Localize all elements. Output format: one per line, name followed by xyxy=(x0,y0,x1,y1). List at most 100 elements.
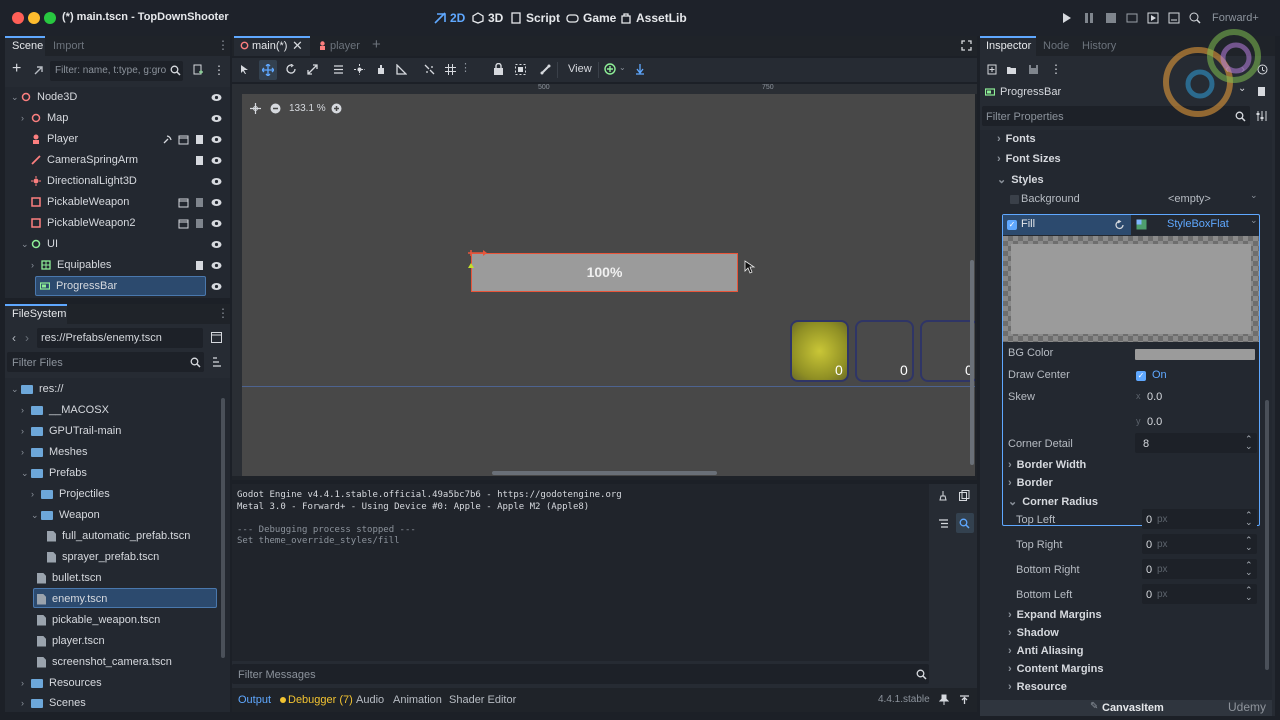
tree-row-directionallight3d[interactable]: DirectionalLight3D xyxy=(5,171,227,191)
anchor-preset-icon[interactable] xyxy=(604,63,616,75)
tab-shader-editor[interactable]: Shader Editor xyxy=(449,694,516,706)
file-row[interactable]: ⌄ res:// xyxy=(11,379,63,399)
mode-2d-button[interactable]: 2D xyxy=(434,8,465,28)
tree-row-player[interactable]: Player xyxy=(5,129,227,149)
tree-row-map[interactable]: › Map xyxy=(5,108,227,128)
spinner-arrows-icon[interactable]: ⌃ ⌄ xyxy=(1245,435,1253,451)
scale-tool-icon[interactable] xyxy=(307,64,318,75)
play-icon[interactable] xyxy=(1062,12,1072,24)
zoom-in-icon[interactable] xyxy=(331,103,342,114)
link-icon[interactable] xyxy=(33,65,44,76)
script-icon[interactable] xyxy=(194,197,205,208)
fill-checkbox[interactable]: ✓ xyxy=(1007,220,1017,230)
mode-assetlib-button[interactable]: AssetLib xyxy=(620,8,687,28)
file-row[interactable]: bullet.tscn xyxy=(37,568,102,588)
inspector-menu-icon[interactable]: ⋮ xyxy=(1050,62,1062,76)
tree-row-ui[interactable]: ⌄ UI xyxy=(5,234,227,254)
section-styles[interactable]: ⌄ Styles xyxy=(997,173,1044,186)
scrollbar[interactable] xyxy=(221,398,225,658)
filter-messages-input[interactable] xyxy=(232,664,929,684)
save-icon[interactable] xyxy=(1028,64,1039,75)
tree-row-node3d[interactable]: ⌄ Node3D xyxy=(5,87,227,107)
skew-y-value[interactable]: 0.0 xyxy=(1147,416,1162,428)
expand-panel-icon[interactable] xyxy=(959,694,970,705)
back-arrow-icon[interactable]: ‹ xyxy=(12,331,16,345)
tab-audio[interactable]: Audio xyxy=(356,694,384,706)
spinner-arrows-icon[interactable]: ⌃ ⌄ xyxy=(1245,561,1253,577)
split-mode-icon[interactable] xyxy=(211,332,222,343)
tree-row-pickableweapon2[interactable]: PickableWeapon2 xyxy=(5,213,227,233)
tree-row-pickableweapon[interactable]: PickableWeapon xyxy=(5,192,227,212)
bg-color-swatch[interactable] xyxy=(1135,349,1255,360)
close-tab-icon[interactable]: ✕ xyxy=(292,38,303,54)
group-icon[interactable] xyxy=(515,64,526,75)
file-row[interactable]: player.tscn xyxy=(37,631,105,651)
revert-icon[interactable] xyxy=(1115,220,1125,230)
visibility-eye-icon[interactable] xyxy=(211,92,222,103)
select-tool-icon[interactable] xyxy=(239,64,250,75)
bone-icon[interactable] xyxy=(540,64,551,75)
section-border-width[interactable]: › Border Width xyxy=(1008,459,1086,471)
skew-x-value[interactable]: 0.0 xyxy=(1147,391,1162,403)
close-window-button[interactable] xyxy=(12,12,24,24)
dock-menu-icon[interactable]: ⋮ xyxy=(217,306,229,320)
background-checkbox[interactable] xyxy=(1010,195,1019,204)
mode-3d-button[interactable]: 3D xyxy=(472,8,503,28)
file-row[interactable]: › Scenes xyxy=(21,694,86,712)
tree-row-cameraspringarm[interactable]: CameraSpringArm xyxy=(5,150,227,170)
dock-menu-icon[interactable]: ⋮ xyxy=(217,38,229,52)
canvas-viewport[interactable]: 133.1 % 100% 0 0 0 xyxy=(242,94,975,476)
maximize-window-button[interactable] xyxy=(44,12,56,24)
visibility-eye-icon[interactable] xyxy=(211,197,222,208)
tab-import[interactable]: Import xyxy=(53,40,84,52)
clear-output-icon[interactable] xyxy=(938,490,948,501)
tree-row-equipables[interactable]: › Equipables xyxy=(5,255,227,275)
scene-menu-icon[interactable]: ⋮ xyxy=(213,63,225,77)
instance-icon[interactable] xyxy=(178,197,189,208)
move-tool-icon[interactable] xyxy=(262,64,274,76)
file-row[interactable]: full_automatic_prefab.tscn xyxy=(47,526,190,546)
snap-options-icon[interactable]: ⋮ xyxy=(460,61,471,74)
visibility-eye-icon[interactable] xyxy=(211,155,222,166)
tree-row-progressbar-selected[interactable]: ProgressBar xyxy=(35,276,206,296)
file-row[interactable]: › __MACOSX xyxy=(21,400,109,420)
ruler-tool-icon[interactable] xyxy=(396,64,407,75)
minimize-window-button[interactable] xyxy=(28,12,40,24)
file-row[interactable]: screenshot_camera.tscn xyxy=(37,652,172,672)
file-row[interactable]: › GPUTrail-main xyxy=(21,421,121,441)
tab-player[interactable]: player xyxy=(330,40,360,52)
file-row[interactable]: sprayer_prefab.tscn xyxy=(47,547,159,567)
scrollbar[interactable] xyxy=(1265,400,1269,670)
tab-history[interactable]: History xyxy=(1082,40,1116,52)
spinner-arrows-icon[interactable]: ⌃ ⌄ xyxy=(1245,586,1253,602)
open-folder-icon[interactable] xyxy=(1006,64,1017,75)
lock-icon[interactable] xyxy=(493,63,504,75)
sort-icon[interactable] xyxy=(211,356,223,368)
file-row[interactable]: › Meshes xyxy=(21,442,88,462)
transform-gizmo[interactable] xyxy=(465,246,495,276)
signal-icon[interactable] xyxy=(162,134,173,145)
script-icon[interactable] xyxy=(194,218,205,229)
list-select-icon[interactable] xyxy=(333,64,344,75)
section-resource[interactable]: › Resource xyxy=(1008,681,1067,693)
new-resource-icon[interactable] xyxy=(987,64,998,75)
instance-icon[interactable] xyxy=(178,134,189,145)
tab-output[interactable]: Output xyxy=(238,694,271,706)
center-view-icon[interactable] xyxy=(250,103,261,114)
file-row[interactable]: › Resources xyxy=(21,673,102,693)
chevron-down-icon[interactable]: ⌄ xyxy=(1250,215,1258,226)
forward-arrow-icon[interactable]: › xyxy=(25,331,29,345)
zoom-level[interactable]: 133.1 % xyxy=(289,103,326,114)
file-row[interactable]: › Projectiles xyxy=(31,484,110,504)
background-value[interactable]: <empty> xyxy=(1168,193,1211,205)
section-font-sizes[interactable]: › Font Sizes xyxy=(997,153,1061,165)
file-row[interactable]: pickable_weapon.tscn xyxy=(37,610,160,630)
visibility-eye-icon[interactable] xyxy=(211,113,222,124)
pin-icon[interactable] xyxy=(939,694,949,705)
file-row[interactable]: ⌄ Prefabs xyxy=(21,463,87,483)
section-corner-radius[interactable]: ⌄ Corner Radius xyxy=(1008,495,1098,508)
rotate-tool-icon[interactable] xyxy=(286,64,297,75)
horizontal-scrollbar[interactable] xyxy=(492,471,717,475)
section-border[interactable]: › Border xyxy=(1008,477,1053,489)
section-fonts[interactable]: › Fonts xyxy=(997,133,1036,145)
